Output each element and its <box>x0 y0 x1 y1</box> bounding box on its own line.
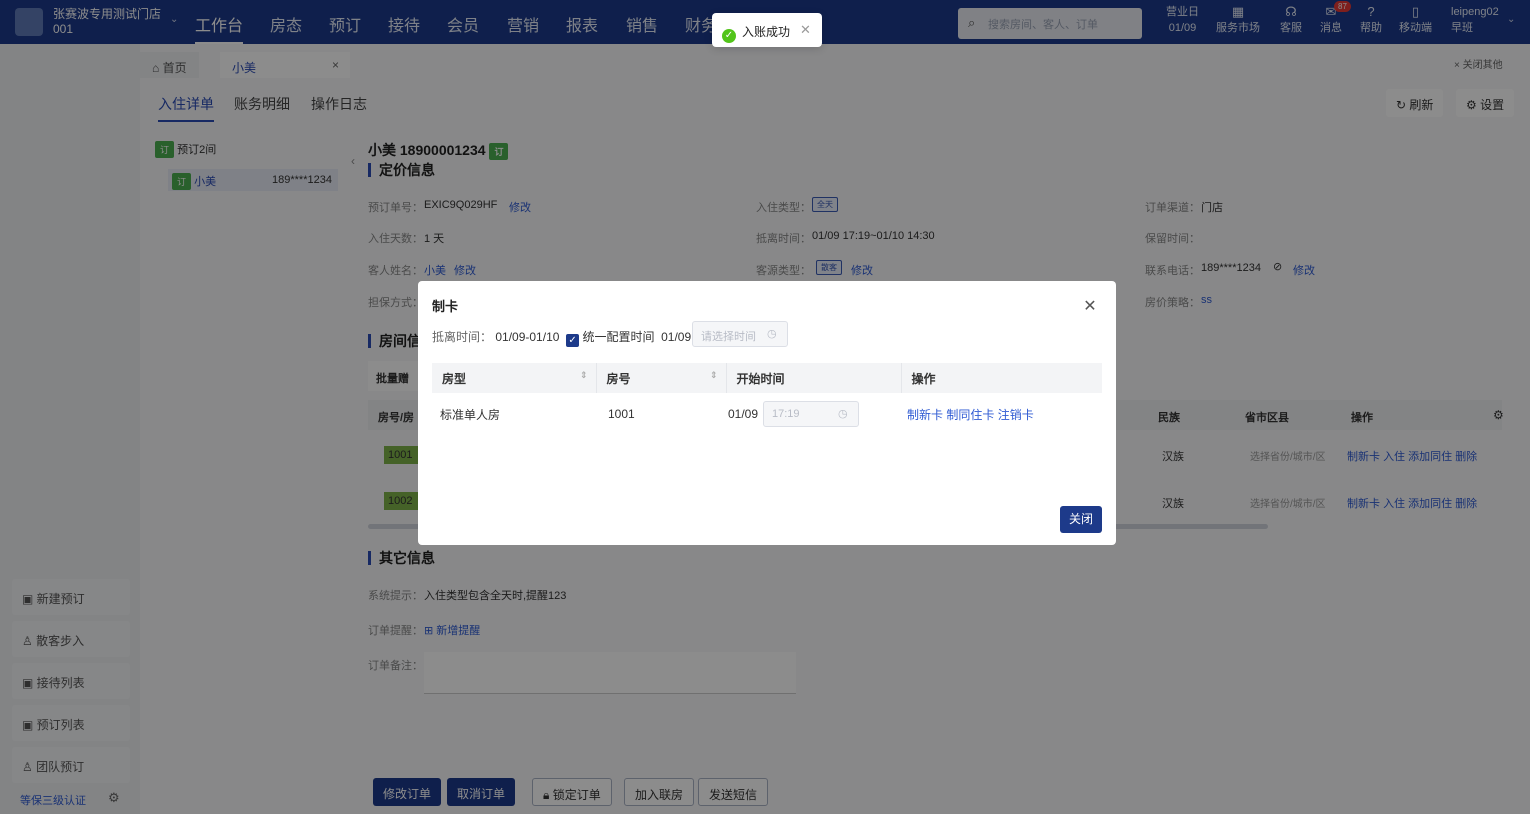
card-table: 房型 ⇕ 房号 ⇕ 开始时间 操作 标准单人房 1001 01/09 17:19 ◷… <box>432 363 1102 435</box>
cell-room-type: 标准单人房 <box>440 407 501 422</box>
close-icon[interactable]: ✕ <box>800 22 811 38</box>
stay-time-row: 抵离时间： 01/09-01/10 ✓ 统一配置时间 01/09 <box>432 328 691 347</box>
cell-room-no: 1001 <box>608 407 635 421</box>
dialog-stay-value: 01/09-01/10 <box>495 330 560 344</box>
toast-message: 入账成功 <box>742 25 791 39</box>
col-room-no-label: 房号 <box>606 371 631 386</box>
close-button[interactable]: 关闭 <box>1060 506 1102 533</box>
cell-start-time: 01/09 17:19 ◷ <box>726 393 901 435</box>
cell-ops: 制新卡 制同住卡 注销卡 <box>901 393 1102 435</box>
start-date: 01/09 <box>728 407 759 421</box>
sort-icon[interactable]: ⇕ <box>580 370 588 381</box>
make-new-card-link[interactable]: 制新卡 <box>907 408 943 422</box>
col-room-no[interactable]: 房号 ⇕ <box>595 363 726 393</box>
clock-icon: ◷ <box>838 408 848 420</box>
close-icon[interactable]: ✕ <box>1082 299 1098 315</box>
unify-time-label: 统一配置时间 <box>582 330 655 344</box>
dialog-title: 制卡 <box>432 299 459 314</box>
success-toast: ✓ 入账成功 ✕ <box>712 13 822 47</box>
unify-time-input[interactable]: 请选择时间 ◷ <box>692 321 788 347</box>
time-placeholder: 请选择时间 <box>701 331 756 343</box>
make-card-dialog: 制卡 ✕ 抵离时间： 01/09-01/10 ✓ 统一配置时间 01/09 请选… <box>418 281 1116 545</box>
col-room-type[interactable]: 房型 ⇕ <box>432 363 596 393</box>
start-time-value: 17:19 <box>772 408 800 420</box>
make-cohabitant-card-link[interactable]: 制同住卡 <box>946 408 994 422</box>
unify-time-checkbox[interactable]: ✓ <box>566 334 580 347</box>
col-room-type-label: 房型 <box>442 371 467 386</box>
clock-icon: ◷ <box>767 328 777 340</box>
start-time-input[interactable]: 17:19 ◷ <box>763 401 859 427</box>
dialog-stay-label: 抵离时间： <box>432 330 493 344</box>
check-circle-icon: ✓ <box>722 29 736 43</box>
cancel-card-link[interactable]: 注销卡 <box>998 408 1034 422</box>
unify-date: 01/09 <box>661 330 692 344</box>
col-start-time: 开始时间 <box>725 363 901 393</box>
table-row: 标准单人房 1001 01/09 17:19 ◷ 制新卡 制同住卡 注销卡 <box>432 393 1102 435</box>
sort-icon[interactable]: ⇕ <box>710 370 718 381</box>
col-ops: 操作 <box>900 363 1102 393</box>
